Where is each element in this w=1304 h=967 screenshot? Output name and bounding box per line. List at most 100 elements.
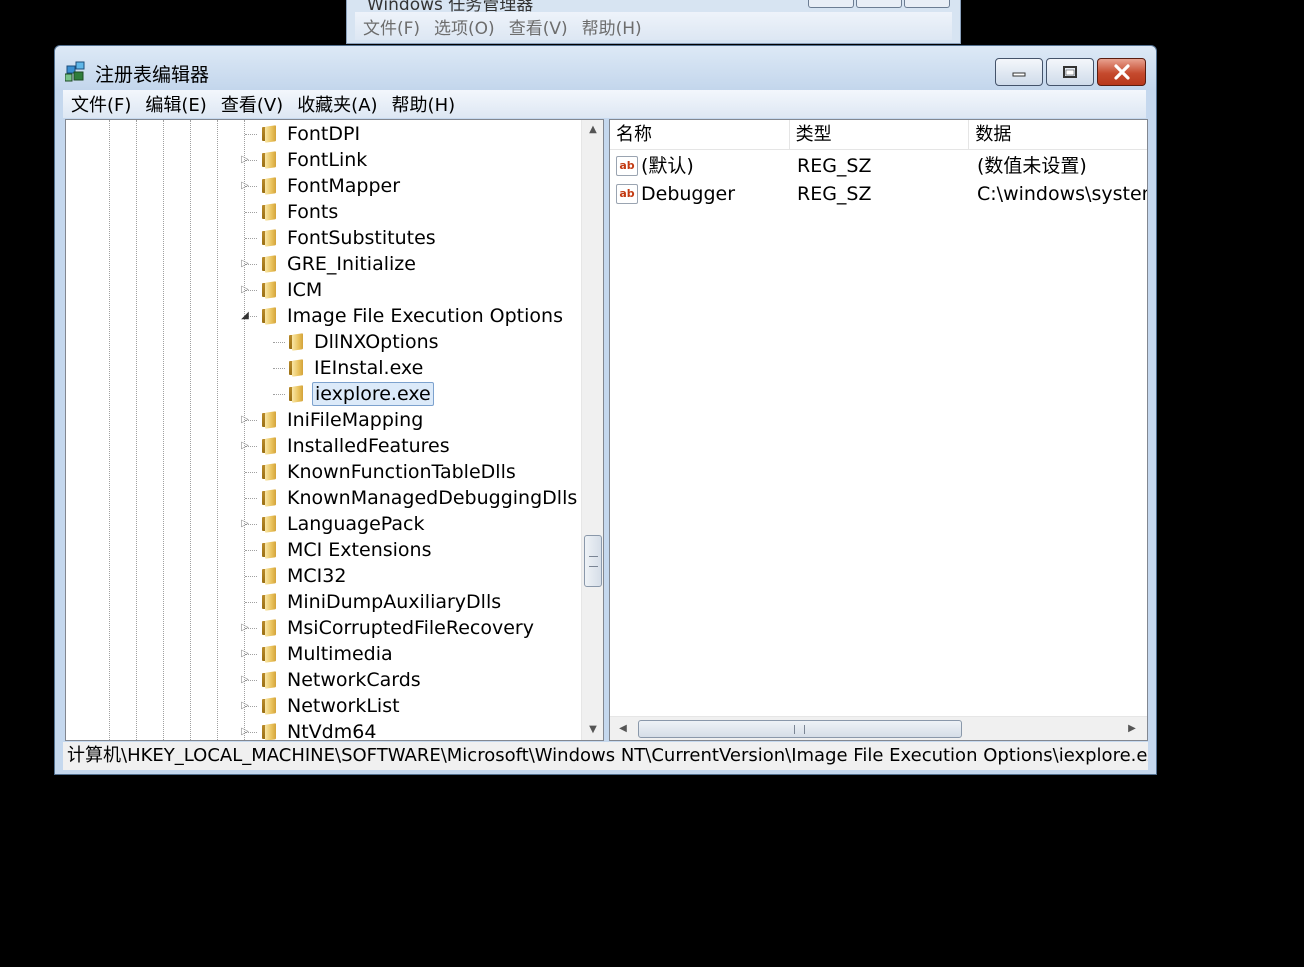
tree-item[interactable]: ▷ NtVdm64	[66, 719, 581, 740]
menu-bar: 文件(F) 编辑(E) 查看(V) 收藏夹(A) 帮助(H)	[63, 90, 1146, 118]
close-button[interactable]	[1097, 58, 1146, 86]
title-bar[interactable]: 注册表编辑器	[55, 46, 1156, 90]
tree-item-label[interactable]: NtVdm64	[285, 720, 378, 740]
collapsed-arrow-icon[interactable]: ▷	[240, 700, 250, 712]
collapsed-arrow-icon[interactable]: ▷	[240, 258, 250, 270]
tree-vertical-scrollbar[interactable]: ▲ ▼	[581, 120, 603, 740]
value-name[interactable]: Debugger	[641, 180, 791, 208]
menu-file[interactable]: 文件(F)	[71, 91, 131, 117]
minimize-button[interactable]	[995, 58, 1043, 86]
folder-icon	[260, 255, 278, 273]
tree-item[interactable]: ▷ GRE_Initialize	[66, 251, 581, 277]
tree-item-label[interactable]: MiniDumpAuxiliaryDlls	[285, 590, 503, 614]
collapsed-arrow-icon[interactable]: ▷	[240, 440, 250, 452]
tree-item-label[interactable]: MCI32	[285, 564, 348, 588]
values-horizontal-scrollbar[interactable]: ◀ ▶	[610, 716, 1147, 740]
status-bar-path: 计算机\HKEY_LOCAL_MACHINE\SOFTWARE\Microsof…	[63, 742, 1148, 770]
collapsed-arrow-icon[interactable]: ▷	[240, 648, 250, 660]
tree-item-label[interactable]: Fonts	[285, 200, 340, 224]
tree-item-label[interactable]: GRE_Initialize	[285, 252, 418, 276]
tree-item[interactable]: ▷ IniFileMapping	[66, 407, 581, 433]
scroll-right-arrow-icon[interactable]: ▶	[1121, 717, 1143, 740]
tree-item[interactable]: ▷ FontLink	[66, 147, 581, 173]
tree-item[interactable]: IEInstal.exe	[66, 355, 581, 381]
collapsed-arrow-icon[interactable]: ▷	[240, 180, 250, 192]
tree-item-label[interactable]: NetworkCards	[285, 668, 423, 692]
bg-menu-help[interactable]: 帮助(H)	[582, 14, 642, 39]
tree-item[interactable]: ▷ FontMapper	[66, 173, 581, 199]
tree-item-label[interactable]: DllNXOptions	[312, 330, 441, 354]
tree-item[interactable]: ▷ NetworkList	[66, 693, 581, 719]
collapsed-arrow-icon[interactable]: ▷	[240, 284, 250, 296]
tree-item-label[interactable]: LanguagePack	[285, 512, 426, 536]
collapsed-arrow-icon[interactable]: ▷	[240, 154, 250, 166]
tree-item[interactable]: ▷ LanguagePack	[66, 511, 581, 537]
tree-item[interactable]: ▷ MsiCorruptedFileRecovery	[66, 615, 581, 641]
collapsed-arrow-icon[interactable]: ▷	[240, 622, 250, 634]
tree-item-label[interactable]: InstalledFeatures	[285, 434, 452, 458]
tree-item-label[interactable]: MCI Extensions	[285, 538, 433, 562]
collapsed-arrow-icon[interactable]: ▷	[240, 726, 250, 738]
tree-item[interactable]: ▷ ICM	[66, 277, 581, 303]
tree-item-label[interactable]: FontDPI	[285, 122, 362, 146]
tree-item-label[interactable]: ICM	[285, 278, 324, 302]
column-header-data[interactable]: 数据	[969, 120, 1147, 150]
collapsed-arrow-icon[interactable]: ▷	[240, 674, 250, 686]
tree-scroll-thumb[interactable]	[584, 535, 602, 587]
maximize-button[interactable]	[1046, 58, 1094, 86]
tree-item-label[interactable]: MsiCorruptedFileRecovery	[285, 616, 536, 640]
tree-item-label[interactable]: FontSubstitutes	[285, 226, 438, 250]
background-task-manager-window: Windows 任务管理器 文件(F) 选项(O) 查看(V) 帮助(H)	[346, 0, 961, 44]
tree-item[interactable]: MCI Extensions	[66, 537, 581, 563]
tree-item-label[interactable]: KnownManagedDebuggingDlls	[285, 486, 579, 510]
tree-item[interactable]: ▷ InstalledFeatures	[66, 433, 581, 459]
tree-item[interactable]: FontDPI	[66, 121, 581, 147]
tree-item-label[interactable]: iexplore.exe	[312, 382, 434, 406]
values-list[interactable]: 名称 类型 数据 ab (默认) REG_SZ (数值未设置) ab Debugger RE…	[609, 119, 1148, 741]
tree-item-label[interactable]: NetworkList	[285, 694, 402, 718]
tree-item-label[interactable]: IniFileMapping	[285, 408, 425, 432]
collapsed-arrow-icon[interactable]: ▷	[240, 518, 250, 530]
tree-item-label[interactable]: FontLink	[285, 148, 369, 172]
folder-icon	[287, 359, 305, 377]
tree-item-label[interactable]: KnownFunctionTableDlls	[285, 460, 518, 484]
tree-item-label[interactable]: FontMapper	[285, 174, 402, 198]
tree-item[interactable]: KnownFunctionTableDlls	[66, 459, 581, 485]
folder-icon	[260, 671, 278, 689]
menu-edit[interactable]: 编辑(E)	[145, 91, 206, 117]
scroll-down-arrow-icon[interactable]: ▼	[582, 720, 603, 740]
tree-item[interactable]: ◢ Image File Execution Options	[66, 303, 581, 329]
close-icon	[1113, 64, 1130, 80]
value-row[interactable]: abDebugger REG_SZ C:\windows\system32\	[610, 180, 1147, 208]
value-name[interactable]: (默认)	[641, 152, 791, 180]
menu-favorites[interactable]: 收藏夹(A)	[297, 91, 377, 117]
column-header-type[interactable]: 类型	[790, 120, 970, 150]
tree-item-label[interactable]: Multimedia	[285, 642, 395, 666]
tree-item[interactable]: KnownManagedDebuggingDlls	[66, 485, 581, 511]
tree-item[interactable]: DllNXOptions	[66, 329, 581, 355]
tree-connector	[273, 342, 285, 343]
tree-item-label[interactable]: Image File Execution Options	[285, 304, 565, 328]
scroll-up-arrow-icon[interactable]: ▲	[582, 120, 603, 140]
tree-item-label[interactable]: IEInstal.exe	[312, 356, 425, 380]
tree-item[interactable]: ▷ Multimedia	[66, 641, 581, 667]
bg-menu-file[interactable]: 文件(F)	[363, 14, 420, 39]
scroll-left-arrow-icon[interactable]: ◀	[612, 717, 634, 740]
menu-view[interactable]: 查看(V)	[221, 91, 283, 117]
folder-icon	[260, 307, 278, 325]
value-row[interactable]: ab (默认) REG_SZ (数值未设置)	[610, 152, 1147, 180]
bg-menu-view[interactable]: 查看(V)	[509, 14, 568, 39]
bg-menu-options[interactable]: 选项(O)	[434, 14, 495, 39]
column-header-name[interactable]: 名称	[610, 120, 790, 150]
tree-item[interactable]: FontSubstitutes	[66, 225, 581, 251]
tree-item[interactable]: ▷ NetworkCards	[66, 667, 581, 693]
values-scroll-thumb[interactable]	[638, 720, 962, 738]
menu-help[interactable]: 帮助(H)	[392, 91, 456, 117]
collapsed-arrow-icon[interactable]: ▷	[240, 414, 250, 426]
registry-tree[interactable]: FontDPI ▷ FontLink ▷ FontMapper Fonts FontSubs…	[65, 119, 604, 741]
tree-item[interactable]: Fonts	[66, 199, 581, 225]
tree-item[interactable]: MCI32	[66, 563, 581, 589]
tree-item[interactable]: MiniDumpAuxiliaryDlls	[66, 589, 581, 615]
tree-item[interactable]: iexplore.exe	[66, 381, 581, 407]
expanded-arrow-icon[interactable]: ◢	[240, 310, 250, 322]
